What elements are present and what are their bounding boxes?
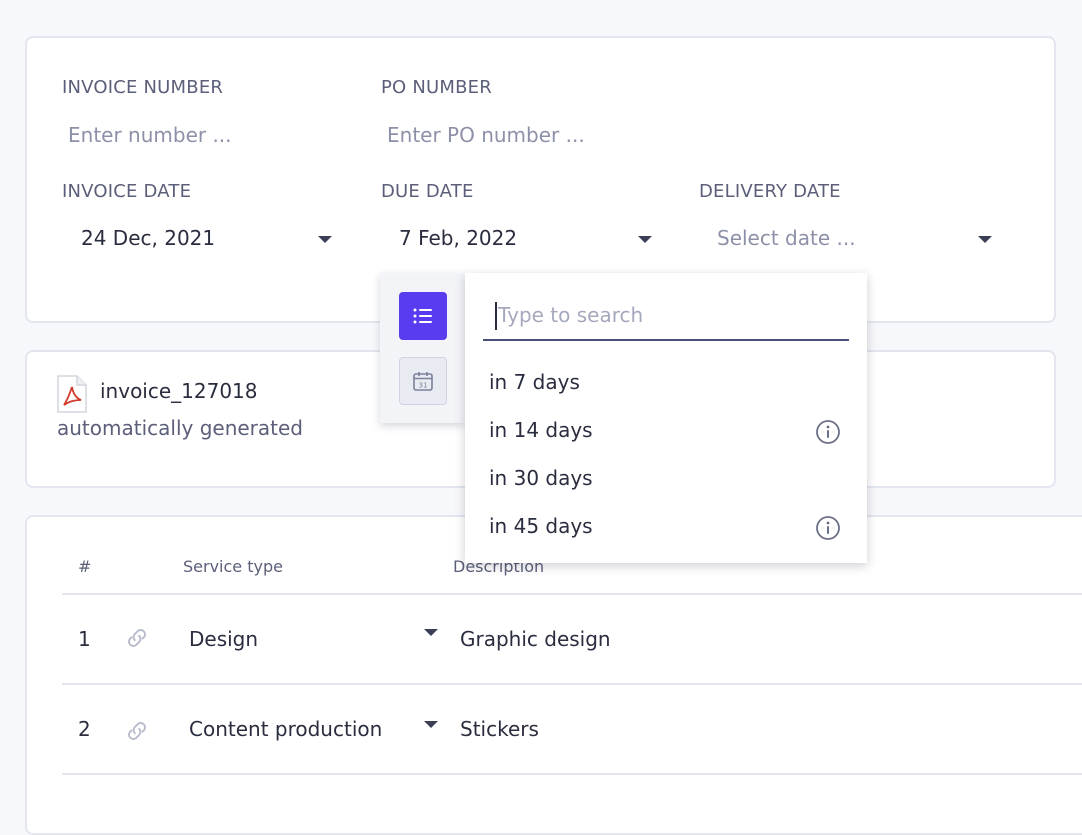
caret-down-icon [424, 629, 438, 636]
calendar-day-text: 31 [419, 382, 428, 390]
calendar-icon: 31 [413, 372, 433, 391]
option-30-days[interactable]: in 30 days [489, 466, 593, 490]
service-value: Design [189, 627, 259, 651]
option-7-days[interactable]: in 7 days [489, 370, 580, 394]
invoice-date-value: 24 Dec, 2021 [81, 226, 216, 250]
link-icon[interactable] [124, 625, 150, 655]
description-field[interactable]: Graphic design [460, 627, 611, 651]
mode-switcher: 31 [380, 273, 465, 423]
info-icon[interactable] [815, 419, 841, 449]
text-cursor [495, 302, 497, 330]
caret-down-icon [318, 236, 332, 243]
invoice-number-input[interactable]: Enter number ... [68, 123, 232, 147]
invoice-date-label: INVOICE DATE [62, 181, 192, 202]
search-input[interactable]: Type to search [483, 298, 849, 341]
options-panel: Type to search in 7 days in 14 days in 3… [465, 273, 867, 563]
column-header-service: Service type [183, 557, 283, 576]
column-header-index: # [78, 557, 92, 576]
description-field[interactable]: Stickers [460, 717, 539, 741]
option-45-days[interactable]: in 45 days [489, 514, 593, 538]
caret-down-icon [978, 236, 992, 243]
due-date-value: 7 Feb, 2022 [399, 226, 518, 250]
table-divider [62, 683, 1082, 685]
search-placeholder: Type to search [498, 303, 644, 327]
delivery-date-placeholder: Select date ... [717, 226, 856, 250]
list-icon [413, 308, 432, 324]
caret-down-icon [424, 721, 438, 728]
calendar-mode-button[interactable]: 31 [399, 357, 447, 405]
table-divider [62, 593, 1082, 595]
delivery-date-label: DELIVERY DATE [699, 181, 841, 202]
list-mode-button[interactable] [399, 292, 447, 340]
file-name[interactable]: invoice_127018 [100, 379, 258, 403]
info-icon[interactable] [815, 515, 841, 545]
service-value: Content production [189, 717, 383, 741]
po-number-label: PO NUMBER [381, 77, 492, 98]
row-index: 2 [78, 717, 91, 741]
table-divider [62, 773, 1082, 775]
caret-down-icon [638, 236, 652, 243]
invoice-number-label: INVOICE NUMBER [62, 77, 224, 98]
option-14-days[interactable]: in 14 days [489, 418, 593, 442]
po-number-input[interactable]: Enter PO number ... [387, 123, 585, 147]
due-date-dropdown: 31 Type to search in 7 days in 14 days i… [380, 273, 867, 563]
pdf-file-icon [57, 375, 87, 417]
file-subtitle: automatically generated [57, 416, 304, 440]
due-date-label: DUE DATE [381, 181, 474, 202]
row-index: 1 [78, 627, 91, 651]
link-icon[interactable] [124, 718, 150, 748]
